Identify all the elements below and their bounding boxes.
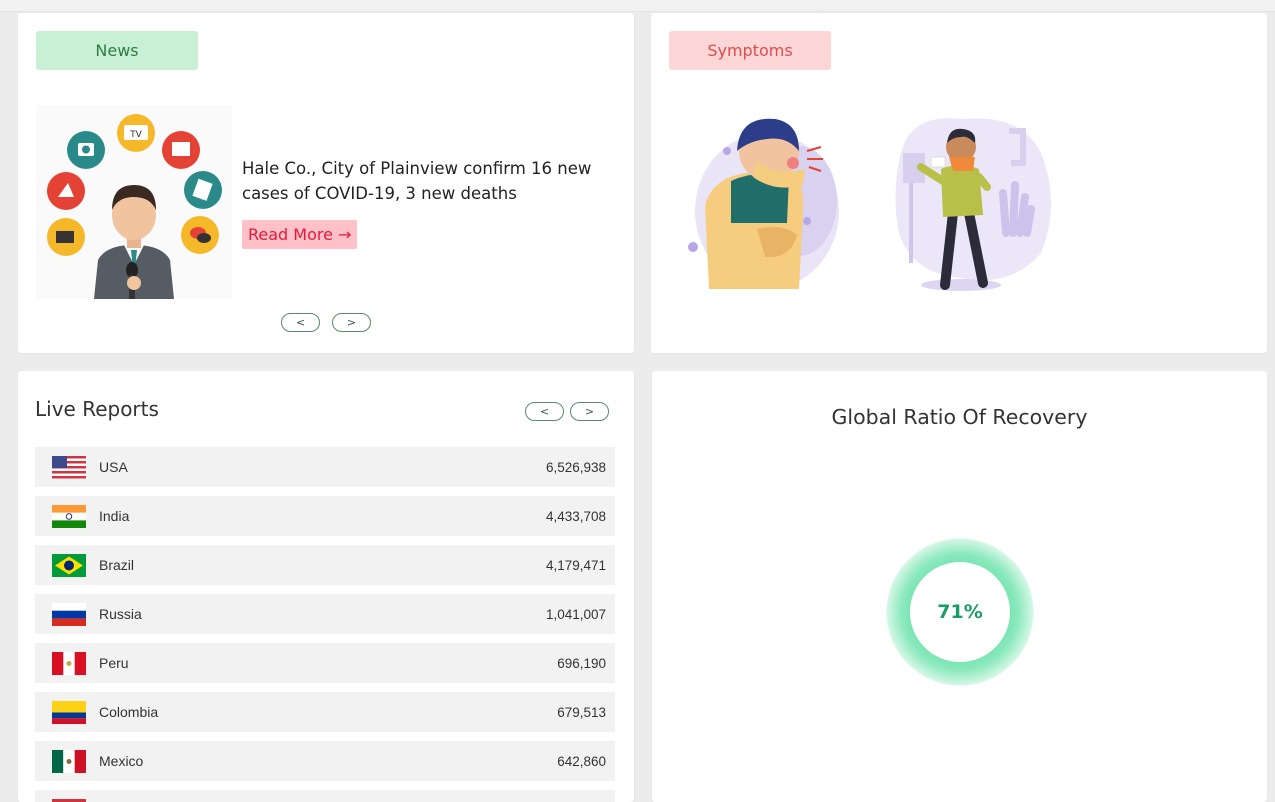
country-name: Brazil bbox=[99, 557, 135, 573]
live-reports-title: Live Reports bbox=[35, 397, 159, 421]
news-illustration: TV bbox=[36, 105, 232, 299]
country-name: Russia bbox=[99, 606, 142, 622]
live-report-row-india[interactable]: India 4,433,708 bbox=[35, 496, 615, 536]
coughing-person-illustration bbox=[688, 118, 839, 289]
live-report-row-peru[interactable]: Peru 696,190 bbox=[35, 643, 615, 683]
case-count: 1,041,007 bbox=[545, 606, 606, 622]
colombia-flag-icon bbox=[52, 701, 86, 724]
usa-flag-icon bbox=[52, 456, 86, 479]
country-name: Mexico bbox=[99, 753, 144, 769]
india-flag-icon bbox=[52, 505, 86, 528]
case-count: 4,433,708 bbox=[545, 508, 606, 524]
country-name: Colombia bbox=[99, 704, 159, 720]
news-next-button[interactable]: > bbox=[332, 313, 371, 332]
country-name: India bbox=[99, 508, 130, 524]
case-count: 4,179,471 bbox=[545, 557, 606, 573]
read-more-button[interactable]: Read More → bbox=[242, 220, 358, 249]
mexico-flag-icon bbox=[52, 750, 86, 773]
symptoms-tag: Symptoms bbox=[669, 31, 831, 70]
recovery-title: Global Ratio Of Recovery bbox=[831, 405, 1088, 429]
recovery-percent: 71% bbox=[910, 562, 1010, 662]
live-report-row-colombia[interactable]: Colombia 679,513 bbox=[35, 692, 615, 732]
live-report-row-usa[interactable]: USA 6,526,938 bbox=[35, 447, 615, 487]
russia-flag-icon bbox=[52, 603, 86, 626]
peru-flag-icon bbox=[52, 652, 86, 675]
news-prev-button[interactable]: < bbox=[281, 313, 320, 332]
live-report-row-partial[interactable] bbox=[35, 790, 615, 802]
country-name: Peru bbox=[99, 655, 129, 671]
browser-top-edge bbox=[0, 0, 1275, 12]
live-reports-next-button[interactable]: > bbox=[570, 402, 609, 421]
sneezing-person-illustration bbox=[895, 118, 1051, 291]
case-count: 642,860 bbox=[557, 753, 606, 769]
symptoms-card: Symptoms bbox=[651, 13, 1267, 353]
recovery-card: Global Ratio Of Recovery 71% bbox=[652, 371, 1267, 802]
live-reports-card: Live Reports < > USA 6,526,938 India 4,4… bbox=[18, 371, 634, 802]
recovery-donut-chart: 71% bbox=[857, 509, 1063, 715]
news-headline[interactable]: Hale Co., City of Plainview confirm 16 n… bbox=[242, 156, 602, 206]
live-report-row-russia[interactable]: Russia 1,041,007 bbox=[35, 594, 615, 634]
news-card: News TV Hale Co., City of Plainview conf… bbox=[18, 13, 634, 353]
live-report-row-brazil[interactable]: Brazil 4,179,471 bbox=[35, 545, 615, 585]
brazil-flag-icon bbox=[52, 554, 86, 577]
tv-label: TV bbox=[129, 130, 142, 140]
country-name: USA bbox=[99, 459, 128, 475]
case-count: 696,190 bbox=[557, 655, 606, 671]
news-tag: News bbox=[36, 31, 198, 70]
case-count: 679,513 bbox=[557, 704, 606, 720]
case-count: 6,526,938 bbox=[545, 459, 606, 475]
live-report-row-mexico[interactable]: Mexico 642,860 bbox=[35, 741, 615, 781]
live-reports-prev-button[interactable]: < bbox=[525, 402, 564, 421]
